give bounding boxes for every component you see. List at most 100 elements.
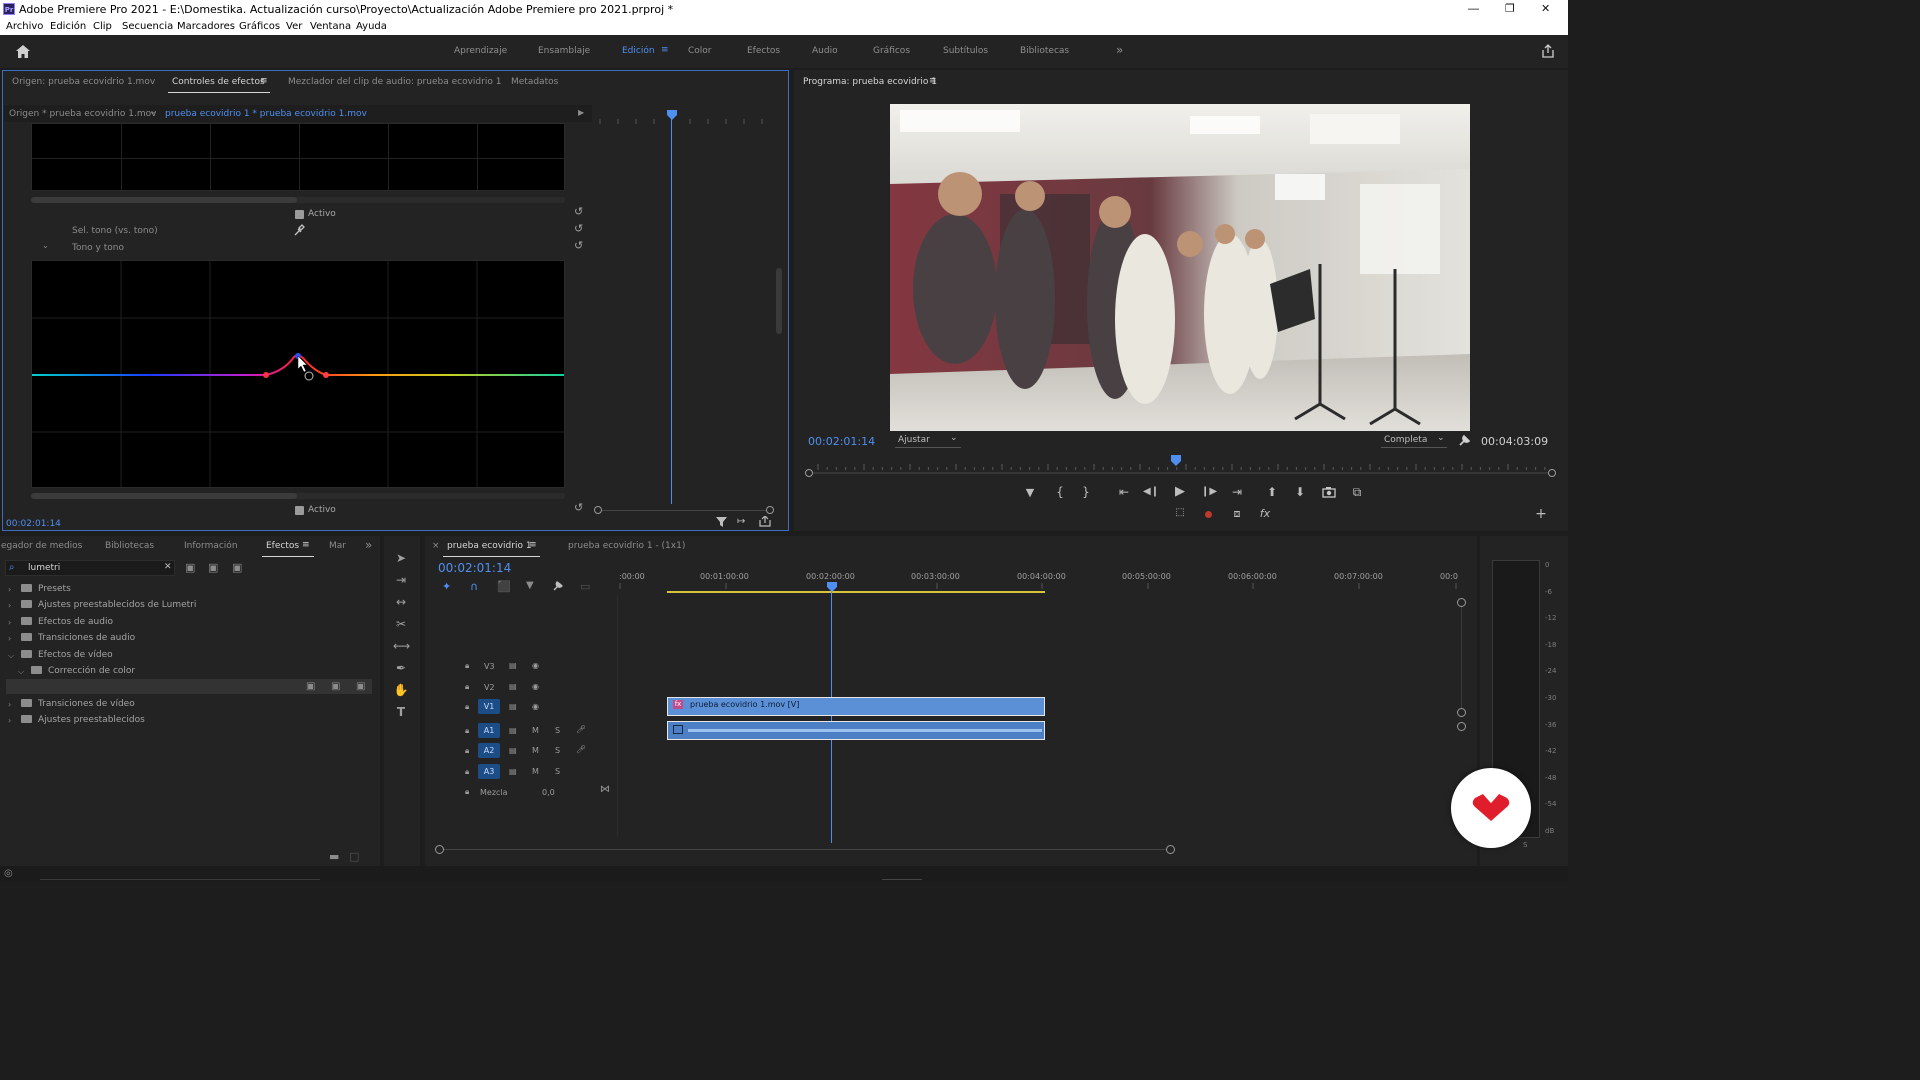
activo-checkbox[interactable] <box>295 210 304 219</box>
razor-tool-icon[interactable]: ✂ <box>393 617 409 633</box>
more-tabs-icon[interactable]: » <box>365 538 372 552</box>
lock-icon[interactable]: 🔒︎ <box>465 661 469 671</box>
reset-hue-vs-hue-icon[interactable]: ↺ <box>574 239 583 252</box>
tab-sequence-nested[interactable]: prueba ecovidrio 1 - (1x1) <box>568 541 685 551</box>
track-select-tool-icon[interactable]: ⇥ <box>393 573 409 589</box>
audio-clip[interactable] <box>667 721 1045 740</box>
type-tool-icon[interactable]: T <box>393 705 409 721</box>
sync-lock-icon[interactable]: ▤ <box>509 746 517 755</box>
tab-effects[interactable]: Efectos <box>266 541 299 551</box>
eye-icon[interactable]: ◉ <box>532 661 539 670</box>
ec-zoom-end-handle[interactable] <box>766 506 774 514</box>
workspace-subtitulos[interactable]: Subtítulos <box>943 46 988 56</box>
maximize-icon[interactable]: ❐ <box>1505 2 1515 15</box>
tab-metadata[interactable]: Metadatos <box>511 77 558 87</box>
32bit-effects-icon[interactable]: ▣ <box>208 561 218 574</box>
selection-tool-icon[interactable]: ➤ <box>393 551 409 567</box>
panel-menu-icon[interactable]: ≡ <box>529 540 537 550</box>
mix-value[interactable]: 0,0 <box>542 788 555 797</box>
track-label-a3[interactable]: A3 <box>478 764 500 779</box>
yuv-effects-icon[interactable]: ▣ <box>232 561 242 574</box>
lock-icon[interactable]: 🔒︎ <box>465 767 469 777</box>
ripple-edit-tool-icon[interactable]: ↔ <box>393 595 409 611</box>
sync-lock-icon[interactable]: ▤ <box>509 661 517 670</box>
curve-graph-scrollbar[interactable] <box>31 493 565 499</box>
workspace-ensamblaje[interactable]: Ensamblaje <box>538 46 590 56</box>
vr-video-icon[interactable]: ⧈ <box>1229 507 1245 521</box>
top-graph-scrollbar[interactable] <box>31 197 565 203</box>
ec-timecode[interactable]: 00:02:01:14 <box>6 519 61 529</box>
minimize-icon[interactable]: ― <box>1468 2 1479 15</box>
horizontal-zoom-start[interactable] <box>435 845 444 854</box>
menu-ver[interactable]: Ver <box>286 21 302 32</box>
expand-arrow-icon[interactable]: › <box>8 634 11 643</box>
expand-arrow-icon[interactable]: › <box>8 716 11 725</box>
zoom-select[interactable]: Ajustar ⌄ <box>895 433 961 448</box>
sequence-clip-label[interactable]: prueba ecovidrio 1 * prueba ecovidrio 1.… <box>165 109 367 119</box>
effects-tree-item[interactable]: Ajustes preestablecidos <box>21 715 145 725</box>
mute-button[interactable]: M <box>532 767 539 776</box>
tab-libraries[interactable]: Bibliotecas <box>105 541 154 551</box>
track-label-a1[interactable]: A1 <box>478 723 500 738</box>
lock-icon[interactable]: 🔒︎ <box>465 726 469 736</box>
sync-lock-icon[interactable]: ▤ <box>509 682 517 691</box>
compare-view-icon[interactable]: ⧉ <box>1349 485 1365 500</box>
ec-zoom-start-handle[interactable] <box>594 506 602 514</box>
vertical-zoom-handle[interactable] <box>1457 708 1466 717</box>
mix-pan-icon[interactable]: ⋈ <box>600 784 610 795</box>
timeline-timecode[interactable]: 00:02:01:14 <box>438 561 511 575</box>
timeline-playhead-handle[interactable] <box>826 582 838 593</box>
nest-icon[interactable]: ✦ <box>442 580 451 593</box>
menu-marcadores[interactable]: Marcadores <box>177 21 235 32</box>
step-forward-icon[interactable]: ❙▶ <box>1201 486 1217 497</box>
chevron-down-icon[interactable]: ⌄ <box>149 107 157 117</box>
tab-info[interactable]: Información <box>184 541 238 551</box>
microphone-icon[interactable]: 🎤︎ <box>576 725 586 734</box>
hand-tool-icon[interactable]: ✋ <box>393 683 409 699</box>
lock-icon[interactable]: 🔒︎ <box>465 746 469 756</box>
track-label-v2[interactable]: V2 <box>484 683 495 692</box>
ec-vertical-scrollbar[interactable] <box>776 268 782 334</box>
menu-secuencia[interactable]: Secuencia <box>122 21 173 32</box>
share-icon[interactable] <box>1541 44 1555 58</box>
home-icon[interactable] <box>15 44 31 59</box>
track-label-v3[interactable]: V3 <box>484 662 495 671</box>
status-indicator-icon[interactable]: ◎ <box>4 868 13 879</box>
ec-zoom-track[interactable] <box>602 510 766 511</box>
play-only-audio-icon[interactable]: ↦ <box>737 516 745 527</box>
lock-icon[interactable]: 🔒︎ <box>465 787 469 797</box>
search-input[interactable]: lumetri <box>28 563 60 573</box>
lock-icon[interactable]: 🔒︎ <box>465 682 469 692</box>
eyedropper-icon[interactable] <box>293 224 305 236</box>
reset-hue-selector-icon[interactable]: ↺ <box>574 222 583 235</box>
effects-search-field[interactable]: ⌕ lumetri ✕ <box>5 560 175 576</box>
extract-icon[interactable]: ⬇ <box>1292 485 1308 499</box>
expand-arrow-icon[interactable]: › <box>8 618 11 627</box>
more-workspaces-icon[interactable]: » <box>1116 43 1123 57</box>
linked-selection-icon[interactable]: ⬛ <box>497 580 511 593</box>
go-to-in-icon[interactable]: ⇤ <box>1116 485 1132 499</box>
fx-icon[interactable]: fx <box>1257 507 1273 520</box>
work-area-bar[interactable] <box>667 591 1045 593</box>
tab-media-browser[interactable]: egador de medios <box>1 541 82 551</box>
menu-ventana[interactable]: Ventana <box>310 21 351 32</box>
expand-arrow-icon[interactable]: › <box>8 601 11 610</box>
menu-clip[interactable]: Clip <box>93 21 112 32</box>
menu-edicion[interactable]: Edición <box>50 21 86 32</box>
sync-lock-icon[interactable]: ▤ <box>509 767 517 776</box>
activo-checkbox-2[interactable] <box>295 506 304 515</box>
microphone-icon[interactable]: 🎤︎ <box>576 745 586 754</box>
expand-arrow-icon[interactable]: › <box>8 700 11 709</box>
filter-icon[interactable] <box>716 517 727 527</box>
add-marker-icon[interactable]: ▼ <box>1022 486 1038 499</box>
tab-sequence[interactable]: prueba ecovidrio 1 <box>447 541 532 551</box>
panel-menu-icon[interactable]: ≡ <box>929 76 937 86</box>
clear-search-icon[interactable]: ✕ <box>164 562 172 572</box>
accelerated-effects-icon[interactable]: ▣ <box>185 561 195 574</box>
quality-select[interactable]: Completa ⌄ <box>1381 433 1447 448</box>
mark-in-icon[interactable]: { <box>1052 485 1068 499</box>
tab-source[interactable]: Origen: prueba ecovidrio 1.mov <box>12 77 155 87</box>
effects-tree-item[interactable]: Transiciones de vídeo <box>21 699 135 709</box>
mute-button[interactable]: M <box>532 726 539 735</box>
reset-icon[interactable]: ↺ <box>574 501 583 514</box>
